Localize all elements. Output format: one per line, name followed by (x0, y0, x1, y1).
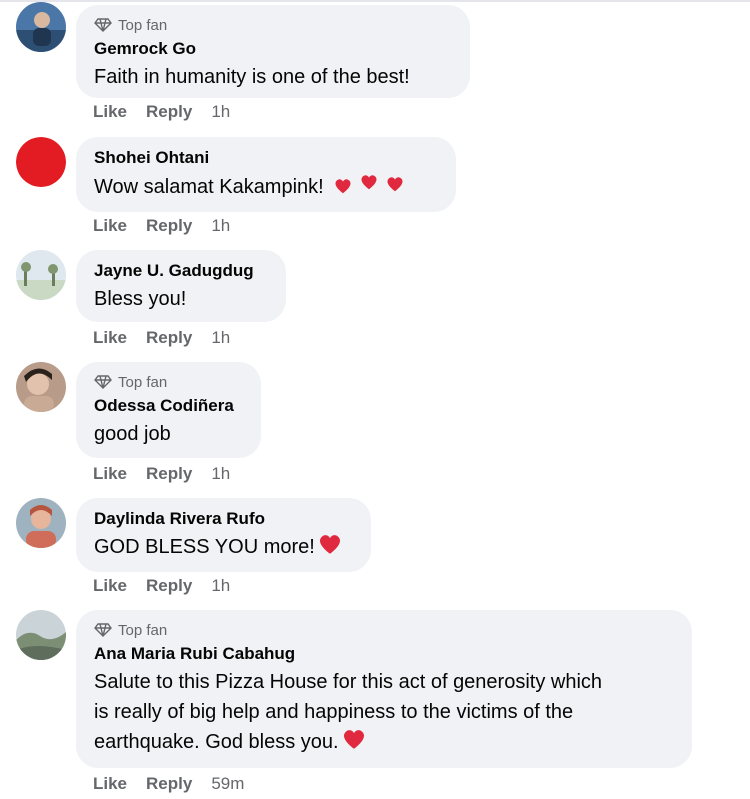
diamond-icon (94, 18, 112, 32)
comment-timestamp[interactable]: 1h (211, 216, 230, 236)
reply-button[interactable]: Reply (146, 576, 192, 596)
comment-timestamp[interactable]: 1h (211, 576, 230, 596)
top-fan-badge: Top fan (94, 372, 243, 392)
comment-bubble: Shohei Ohtani Wow salamat Kakampink! (76, 137, 456, 212)
comment-author[interactable]: Shohei Ohtani (94, 147, 438, 169)
comment-author[interactable]: Odessa Codiñera (94, 395, 243, 417)
comment-text-line: is really of big help and happiness to t… (94, 701, 574, 723)
avatar[interactable] (16, 250, 66, 300)
like-button[interactable]: Like (93, 576, 127, 596)
comment-timestamp[interactable]: 1h (211, 328, 230, 348)
comment-text-line: Salute to this Pizza House for this act … (94, 671, 603, 693)
red-heart-icon (342, 727, 366, 758)
like-button[interactable]: Like (93, 102, 127, 122)
comment-bubble: Jayne U. Gadugdug Bless you! (76, 250, 286, 322)
comment-text: Wow salamat Kakampink! (94, 171, 438, 204)
reply-button[interactable]: Reply (146, 216, 192, 236)
avatar[interactable] (16, 2, 66, 52)
comment-actions: Like Reply 1h (93, 576, 230, 596)
comment-timestamp[interactable]: 59m (211, 774, 244, 794)
comment-timestamp[interactable]: 1h (211, 102, 230, 122)
comment-bubble: Top fan Ana Maria Rubi Cabahug Salute to… (76, 610, 692, 768)
comment-actions: Like Reply 1h (93, 102, 230, 122)
top-fan-badge: Top fan (94, 620, 674, 640)
like-button[interactable]: Like (93, 328, 127, 348)
comment-timestamp[interactable]: 1h (211, 464, 230, 484)
comment-author[interactable]: Daylinda Rivera Rufo (94, 508, 353, 530)
red-circle-avatar (16, 137, 66, 187)
comment-actions: Like Reply 1h (93, 216, 230, 236)
reply-button[interactable]: Reply (146, 774, 192, 794)
top-fan-badge: Top fan (94, 15, 452, 35)
comment-bubble: Top fan Odessa Codiñera good job (76, 362, 261, 458)
comment-author[interactable]: Gemrock Go (94, 38, 452, 60)
top-divider (0, 0, 750, 2)
avatar[interactable] (16, 137, 66, 187)
reply-button[interactable]: Reply (146, 102, 192, 122)
diamond-icon (94, 623, 112, 637)
comment-bubble: Daylinda Rivera Rufo GOD BLESS YOU more! (76, 498, 371, 572)
comment-text: GOD BLESS YOU more! (94, 532, 353, 563)
comment-author[interactable]: Ana Maria Rubi Cabahug (94, 643, 674, 665)
comment-text-line-content: earthquake. God bless you. (94, 731, 339, 753)
red-heart-icon (318, 532, 342, 563)
like-button[interactable]: Like (93, 464, 127, 484)
comment-text: Salute to this Pizza House for this act … (94, 667, 674, 758)
avatar[interactable] (16, 610, 66, 660)
reply-button[interactable]: Reply (146, 328, 192, 348)
comment-text-content: Wow salamat Kakampink! (94, 175, 324, 198)
avatar[interactable] (16, 498, 66, 548)
top-fan-label: Top fan (118, 16, 168, 34)
comment-text: good job (94, 423, 171, 445)
comment-bubble: Top fan Gemrock Go Faith in humanity is … (76, 5, 470, 98)
like-button[interactable]: Like (93, 774, 127, 794)
comment-actions: Like Reply 59m (93, 774, 244, 794)
comment-author[interactable]: Jayne U. Gadugdug (94, 260, 268, 282)
diamond-icon (94, 375, 112, 389)
reply-button[interactable]: Reply (146, 464, 192, 484)
like-button[interactable]: Like (93, 216, 127, 236)
comment-actions: Like Reply 1h (93, 464, 230, 484)
top-fan-label: Top fan (118, 373, 168, 391)
comment-text: Bless you! (94, 288, 187, 310)
top-fan-label: Top fan (118, 621, 168, 639)
comment-text-line: earthquake. God bless you. (94, 727, 674, 758)
comment-text: Faith in humanity is one of the best! (94, 66, 410, 88)
three-hearts-icon (332, 171, 410, 204)
comment-text-content: GOD BLESS YOU more! (94, 536, 315, 558)
comment-actions: Like Reply 1h (93, 328, 230, 348)
avatar[interactable] (16, 362, 66, 412)
